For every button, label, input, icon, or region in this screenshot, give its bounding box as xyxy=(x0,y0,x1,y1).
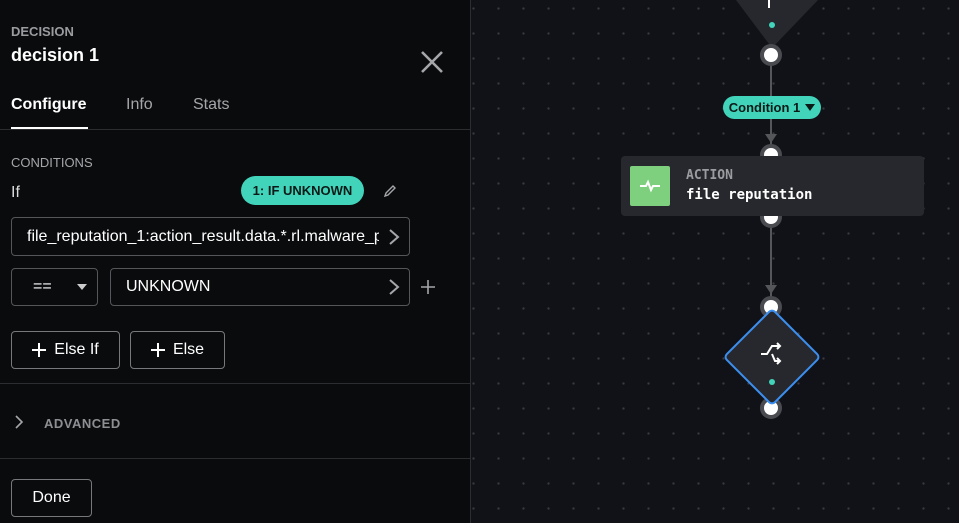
divider xyxy=(0,129,471,130)
plus-icon xyxy=(150,343,165,357)
tab-info[interactable]: Info xyxy=(126,96,153,114)
status-dot xyxy=(769,379,775,385)
plus-icon xyxy=(32,343,47,357)
chevron-right-icon xyxy=(379,228,409,246)
caret-down-icon xyxy=(67,283,97,291)
right-operand-value: UNKNOWN xyxy=(126,278,211,295)
add-else-button[interactable]: Else xyxy=(130,331,225,369)
caret-down-icon xyxy=(805,104,816,111)
chevron-right-icon[interactable] xyxy=(14,414,24,430)
operator-select[interactable]: == xyxy=(11,268,98,306)
right-operand-field[interactable]: UNKNOWN xyxy=(110,268,410,306)
if-label: If xyxy=(11,184,20,201)
output-port[interactable] xyxy=(760,44,782,66)
left-operand-value: file_reputation_1:action_result.data.*.r… xyxy=(27,227,379,245)
tab-stats[interactable]: Stats xyxy=(193,96,229,114)
branch-icon xyxy=(761,342,782,365)
action-kicker: ACTION xyxy=(686,168,733,183)
else-label: Else xyxy=(172,341,205,358)
condition-badge[interactable]: 1: IF UNKNOWN xyxy=(241,176,364,205)
divider xyxy=(0,458,471,459)
edge-condition-label: Condition 1 xyxy=(728,100,801,115)
divider xyxy=(0,383,471,384)
add-else-if-button[interactable]: Else If xyxy=(11,331,120,369)
add-condition-icon[interactable] xyxy=(420,279,436,295)
edges xyxy=(736,0,818,297)
node-type-label: DECISION xyxy=(11,24,74,39)
left-operand-field[interactable]: file_reputation_1:action_result.data.*.r… xyxy=(11,217,410,256)
node-title: decision 1 xyxy=(11,45,100,65)
tab-configure[interactable]: Configure xyxy=(11,96,87,114)
pulse-icon xyxy=(630,166,670,206)
advanced-toggle[interactable]: ADVANCED xyxy=(44,416,121,431)
close-icon[interactable] xyxy=(420,50,444,74)
else-if-label: Else If xyxy=(54,341,99,358)
action-name: file reputation xyxy=(686,187,813,203)
done-button[interactable]: Done xyxy=(11,479,92,517)
arrow-icon xyxy=(765,134,777,143)
conditions-heading: CONDITIONS xyxy=(11,155,93,170)
action-node[interactable]: ACTION file reputation xyxy=(621,156,924,216)
operator-value: == xyxy=(33,278,52,295)
edge-condition-dropdown[interactable]: Condition 1 xyxy=(723,96,821,119)
chevron-right-icon xyxy=(379,278,409,296)
arrow-icon xyxy=(765,285,777,294)
pencil-icon[interactable] xyxy=(382,183,398,199)
decision-config-panel: DECISION decision 1 Configure Info Stats… xyxy=(0,0,471,523)
previous-node xyxy=(736,0,818,48)
